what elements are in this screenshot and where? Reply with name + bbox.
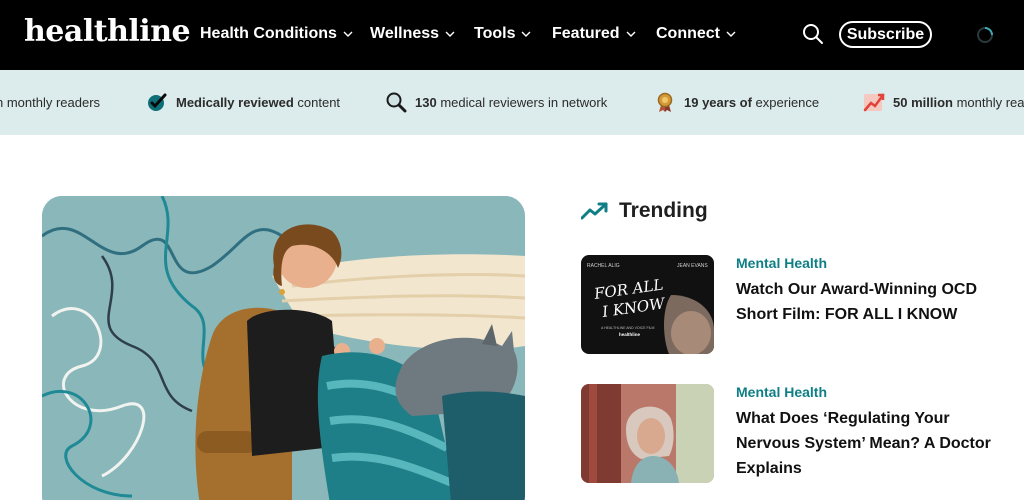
trust-text: monthly rea [952, 94, 1024, 110]
film-poster-thumbnail: RACHEL ALIG JEAN EVANS FOR ALL I KNOW A … [581, 255, 714, 354]
nav-label: Featured [552, 25, 620, 42]
nav-health-conditions[interactable]: Health Conditions [200, 23, 353, 45]
woman-knitting-illustration [42, 196, 525, 500]
nav-label: Health Conditions [200, 25, 337, 42]
trust-bold: Medically reviewed [176, 94, 294, 110]
trust-text: content [293, 94, 341, 110]
woman-by-window-photo [581, 384, 714, 483]
poster-credit-left: RACHEL ALIG [587, 263, 620, 269]
trust-item-medical-reviewers: 130 medical reviewers in network [385, 91, 607, 113]
trust-text: medical reviewers in network [436, 94, 608, 110]
trust-item-years-experience: 19 years of experience [654, 91, 819, 113]
hero-illustration[interactable] [42, 196, 525, 500]
poster-credit-right: JEAN EVANS [677, 263, 708, 269]
chevron-down-icon [521, 31, 531, 37]
trust-bold: 50 million [893, 94, 953, 110]
trust-bold: 19 years of [684, 94, 752, 110]
trust-item-monthly-readers: n monthly readers [0, 91, 100, 113]
trust-bold: 130 [415, 94, 437, 110]
chevron-down-icon [445, 31, 455, 37]
article-title[interactable]: What Does ‘Regulating Your Nervous Syste… [736, 406, 1001, 481]
award-ribbon-icon [657, 92, 673, 112]
trust-indicators-bar: n monthly readers Medically reviewed con… [0, 70, 1024, 135]
checkmark-badge-icon [148, 93, 167, 111]
nav-label: Tools [474, 25, 516, 42]
article-thumbnail[interactable]: RACHEL ALIG JEAN EVANS FOR ALL I KNOW A … [581, 255, 714, 354]
trust-text: n monthly readers [0, 94, 101, 110]
trust-item-monthly-readers-2: 50 million monthly rea [863, 91, 1024, 113]
poster-brand: healthline [619, 332, 641, 337]
nav-label: Wellness [370, 25, 440, 42]
search-icon[interactable] [802, 23, 824, 45]
subscribe-button[interactable]: Subscribe [839, 21, 932, 48]
article-category[interactable]: Mental Health [736, 255, 827, 271]
trust-text: experience [751, 94, 820, 110]
chevron-down-icon [726, 31, 736, 37]
article-title[interactable]: Watch Our Award-Winning OCD Short Film: … [736, 277, 1001, 327]
trust-item-medically-reviewed: Medically reviewed content [146, 91, 340, 113]
trending-arrow-icon [581, 202, 608, 220]
top-navigation-bar: healthline Health Conditions Wellness To… [0, 0, 1024, 70]
nav-connect[interactable]: Connect [656, 23, 736, 45]
nav-wellness[interactable]: Wellness [370, 23, 455, 45]
poster-caption: A HEALTHLINE AND VOICE FILM [601, 326, 655, 330]
nav-tools[interactable]: Tools [474, 23, 531, 45]
article-category[interactable]: Mental Health [736, 384, 827, 400]
loading-spinner-icon [977, 27, 993, 43]
chevron-down-icon [626, 31, 636, 37]
magnifier-icon [386, 92, 407, 113]
trending-title: Trending [619, 199, 708, 222]
chevron-down-icon [343, 31, 353, 37]
nav-label: Connect [656, 25, 720, 42]
trend-graph-icon [863, 93, 885, 112]
article-thumbnail[interactable] [581, 384, 714, 483]
healthline-logo[interactable]: healthline [24, 14, 191, 49]
nav-featured[interactable]: Featured [552, 23, 636, 45]
trending-header: Trending [581, 197, 708, 225]
